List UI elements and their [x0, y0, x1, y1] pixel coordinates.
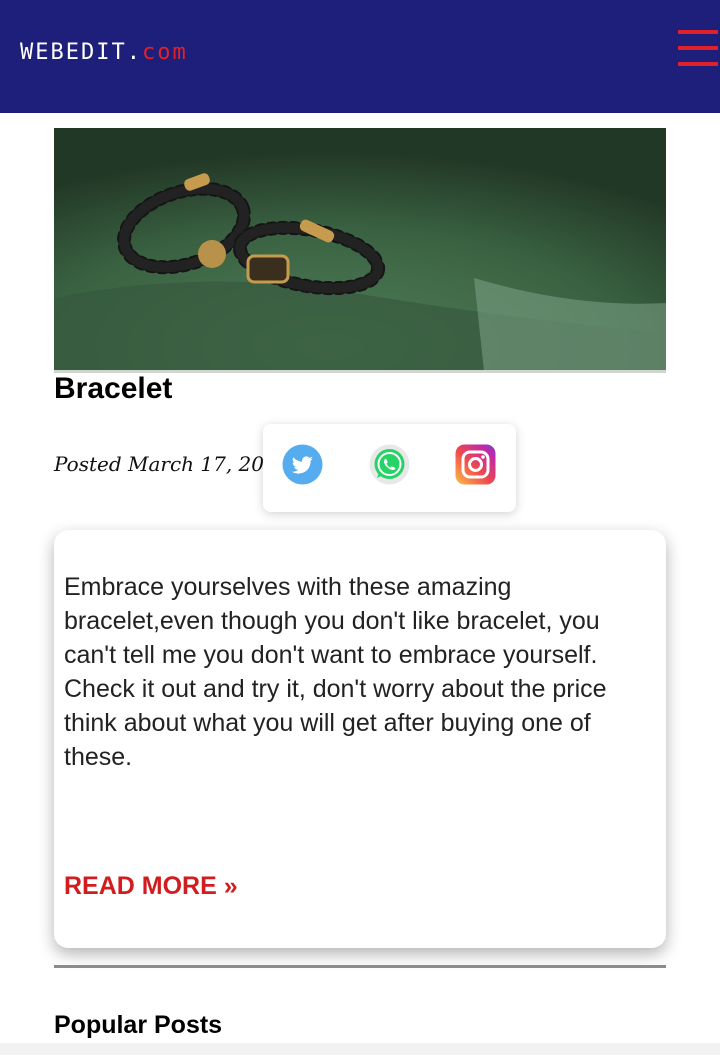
hamburger-menu-icon[interactable]: [678, 30, 718, 66]
menu-line: [678, 46, 718, 50]
top-navbar: WEBEDIT.com: [0, 0, 720, 113]
instagram-icon[interactable]: [455, 444, 496, 485]
logo-main-text: WEBEDIT.: [20, 40, 142, 65]
post-excerpt-card: Embrace yourselves with these amazing br…: [54, 530, 666, 948]
post-title[interactable]: Bracelet: [54, 372, 172, 406]
twitter-icon[interactable]: [282, 444, 323, 485]
menu-line: [678, 30, 718, 34]
bracelet-photo: [54, 128, 666, 371]
section-divider: [54, 965, 666, 968]
logo-tld-text: com: [141, 40, 188, 65]
popular-posts-heading: Popular Posts: [54, 1011, 223, 1039]
post-date: Posted March 17, 2021: [54, 452, 290, 476]
read-more-link[interactable]: READ MORE »: [64, 872, 238, 901]
site-logo[interactable]: WEBEDIT.com: [20, 40, 188, 65]
menu-line: [678, 62, 718, 66]
bottom-strip: [0, 1043, 720, 1055]
post-image[interactable]: [54, 128, 666, 371]
post-excerpt: Embrace yourselves with these amazing br…: [64, 573, 607, 771]
share-buttons: [263, 424, 516, 512]
whatsapp-icon[interactable]: [369, 444, 410, 485]
